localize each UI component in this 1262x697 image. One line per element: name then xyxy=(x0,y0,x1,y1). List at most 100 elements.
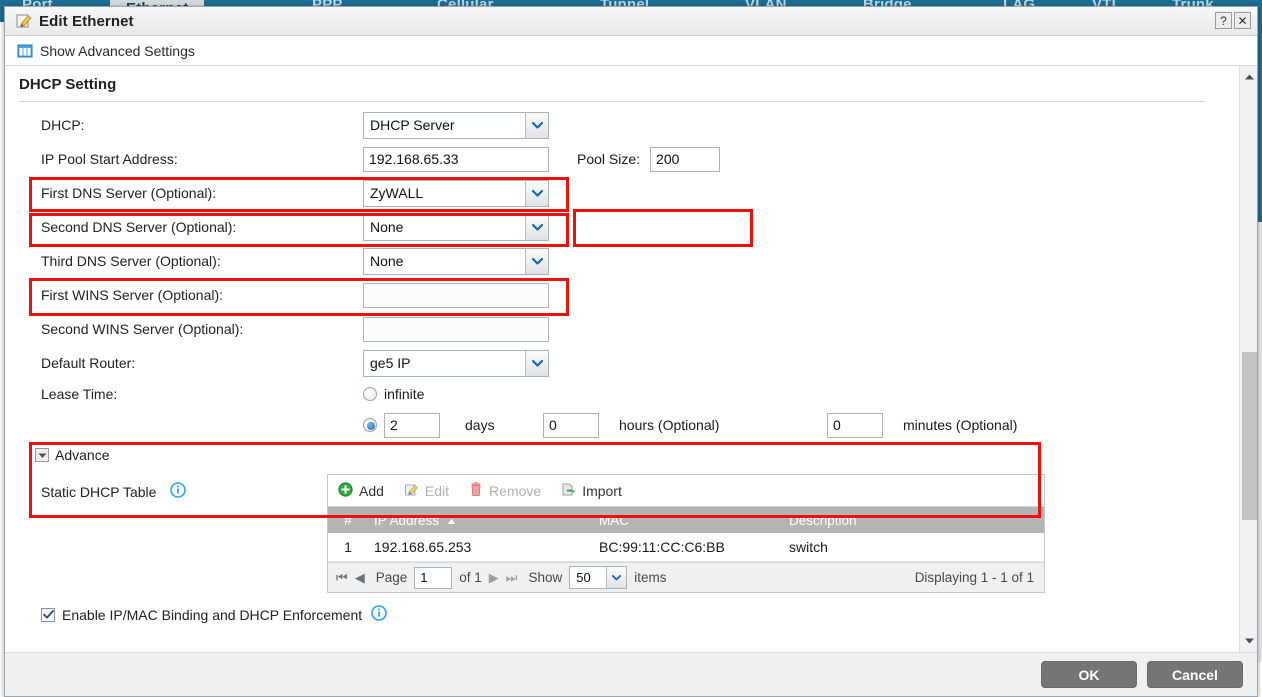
content-scrollbar[interactable] xyxy=(1239,66,1257,652)
displaying-label: Displaying 1 - 1 of 1 xyxy=(914,570,1034,585)
chevron-down-icon[interactable] xyxy=(525,112,548,138)
info-icon[interactable] xyxy=(371,605,387,624)
ip-mac-binding-label: Enable IP/MAC Binding and DHCP Enforceme… xyxy=(62,606,363,623)
lease-infinite-wrap: infinite xyxy=(363,386,424,402)
ip-pool-start-label: IP Pool Start Address: xyxy=(41,151,178,167)
second-wins-label: Second WINS Server (Optional): xyxy=(41,321,244,337)
triangle-down-icon[interactable] xyxy=(35,448,49,462)
page-label: Page xyxy=(375,570,408,585)
scroll-down-icon[interactable] xyxy=(1240,632,1257,650)
static-dhcp-label-wrap: Static DHCP Table xyxy=(41,474,327,501)
first-wins-wrap xyxy=(363,282,549,308)
table-import-button[interactable]: Import xyxy=(561,482,622,500)
grid-table-icon xyxy=(17,43,33,59)
dhcp-select[interactable]: DHCP Server xyxy=(363,111,549,139)
cell-mac: BC:99:11:CC:C6:BB xyxy=(599,539,725,555)
chevron-down-icon[interactable] xyxy=(525,180,548,206)
table-row[interactable]: 1 192.168.65.253 BC:99:11:CC:C6:BB switc… xyxy=(328,533,1044,562)
lease-duration-wrap: days hours (Optional) minutes (Optional) xyxy=(363,412,1018,438)
second-dns-select[interactable]: None xyxy=(363,213,549,241)
third-dns-select[interactable]: None xyxy=(363,247,549,275)
lease-minutes-label: minutes (Optional) xyxy=(903,417,1018,433)
lease-days-label: days xyxy=(465,417,495,433)
cancel-button[interactable]: Cancel xyxy=(1147,661,1243,688)
third-dns-select-value: None xyxy=(370,253,404,269)
table-add-button[interactable]: Add xyxy=(338,481,384,500)
second-dns-select-value: None xyxy=(370,219,404,235)
lease-hours-input[interactable] xyxy=(543,412,599,438)
row-second-wins: Second WINS Server (Optional): xyxy=(5,312,1239,346)
window-controls[interactable]: ? ✕ xyxy=(1215,12,1251,29)
ok-button[interactable]: OK xyxy=(1041,661,1137,688)
last-page-icon[interactable]: ⏭ xyxy=(506,570,518,586)
chevron-down-icon[interactable] xyxy=(525,350,548,376)
ip-mac-binding-checkbox[interactable] xyxy=(41,607,55,622)
table-edit-button[interactable]: Edit xyxy=(404,482,449,500)
column-header-ip-label: IP Address xyxy=(374,512,440,528)
page-input[interactable] xyxy=(414,566,453,589)
help-button[interactable]: ? xyxy=(1215,12,1232,29)
trash-icon xyxy=(469,481,483,500)
table-pager: ⏮ ◀ Page of 1 ▶ ⏭ Show 50 xyxy=(328,562,1044,592)
close-icon[interactable]: ✕ xyxy=(1234,12,1251,29)
lease-infinite-radio[interactable] xyxy=(363,387,377,401)
dialog-title-bar: Edit Ethernet ? ✕ xyxy=(5,7,1257,36)
page-size-value: 50 xyxy=(576,570,591,585)
advance-section-toggle[interactable]: Advance xyxy=(5,442,1239,468)
chevron-down-icon[interactable] xyxy=(606,567,627,588)
table-add-label: Add xyxy=(359,482,384,499)
ip-pool-start-input[interactable] xyxy=(363,146,549,172)
edit-pencil-icon xyxy=(404,482,419,500)
column-header-mac[interactable]: MAC xyxy=(593,513,783,528)
first-dns-select[interactable]: ZyWALL xyxy=(363,179,549,207)
first-wins-input[interactable] xyxy=(363,282,549,308)
section-divider xyxy=(19,101,1205,102)
third-dns-label: Third DNS Server (Optional): xyxy=(41,253,221,269)
first-dns-select-value: ZyWALL xyxy=(370,185,424,201)
lease-minutes-input[interactable] xyxy=(827,412,883,438)
column-header-ip[interactable]: IP Address xyxy=(368,513,593,528)
row-lease-time-infinite: Lease Time: infinite xyxy=(5,380,1239,408)
next-page-icon[interactable]: ▶ xyxy=(489,570,499,586)
dhcp-setting-content: DHCP Setting DHCP: DHCP Server IP Pool S… xyxy=(5,66,1239,652)
dhcp-select-value: DHCP Server xyxy=(370,117,455,133)
ip-mac-binding-row[interactable]: Enable IP/MAC Binding and DHCP Enforceme… xyxy=(5,605,1239,624)
pool-size-input[interactable] xyxy=(650,146,721,172)
info-icon[interactable] xyxy=(170,482,187,501)
row-default-router: Default Router: ge5 IP xyxy=(5,346,1239,380)
import-icon xyxy=(561,482,576,500)
show-label: Show xyxy=(528,570,563,585)
cell-num: 1 xyxy=(344,539,352,555)
chevron-down-icon[interactable] xyxy=(525,214,548,240)
static-dhcp-table-toolbar: Add Edit Remove Import xyxy=(328,475,1044,507)
show-advanced-settings-label[interactable]: Show Advanced Settings xyxy=(40,43,195,59)
lease-duration-radio[interactable] xyxy=(363,418,377,432)
table-remove-label: Remove xyxy=(489,482,542,499)
scroll-up-icon[interactable] xyxy=(1240,68,1257,86)
column-header-num[interactable]: # xyxy=(328,513,368,528)
second-wins-input[interactable] xyxy=(363,316,549,342)
static-dhcp-table-header: # IP Address MAC Description xyxy=(328,507,1044,533)
pool-size-label: Pool Size: xyxy=(577,151,641,167)
second-wins-wrap xyxy=(363,316,549,342)
add-plus-icon xyxy=(338,481,353,500)
default-router-select[interactable]: ge5 IP xyxy=(363,349,549,377)
row-ip-pool-start: IP Pool Start Address: Pool Size: xyxy=(5,142,1239,176)
lease-time-label: Lease Time: xyxy=(41,386,118,402)
items-label: items xyxy=(634,570,667,585)
dialog-title: Edit Ethernet xyxy=(39,12,134,30)
lease-days-input[interactable] xyxy=(384,412,440,438)
first-page-icon[interactable]: ⏮ xyxy=(336,570,348,586)
first-wins-label: First WINS Server (Optional): xyxy=(41,287,224,303)
row-dhcp: DHCP: DHCP Server xyxy=(5,108,1239,142)
advanced-settings-bar[interactable]: Show Advanced Settings xyxy=(5,36,1257,66)
table-remove-button[interactable]: Remove xyxy=(469,481,542,500)
previous-page-icon[interactable]: ◀ xyxy=(355,570,365,586)
scrollbar-thumb[interactable] xyxy=(1242,352,1257,520)
page-size-select[interactable]: 50 xyxy=(569,566,628,589)
edit-pencil-icon xyxy=(15,12,33,30)
default-router-wrap: ge5 IP xyxy=(363,349,549,377)
chevron-down-icon[interactable] xyxy=(525,248,548,274)
column-header-description[interactable]: Description xyxy=(783,513,1044,528)
table-edit-label: Edit xyxy=(424,482,450,499)
